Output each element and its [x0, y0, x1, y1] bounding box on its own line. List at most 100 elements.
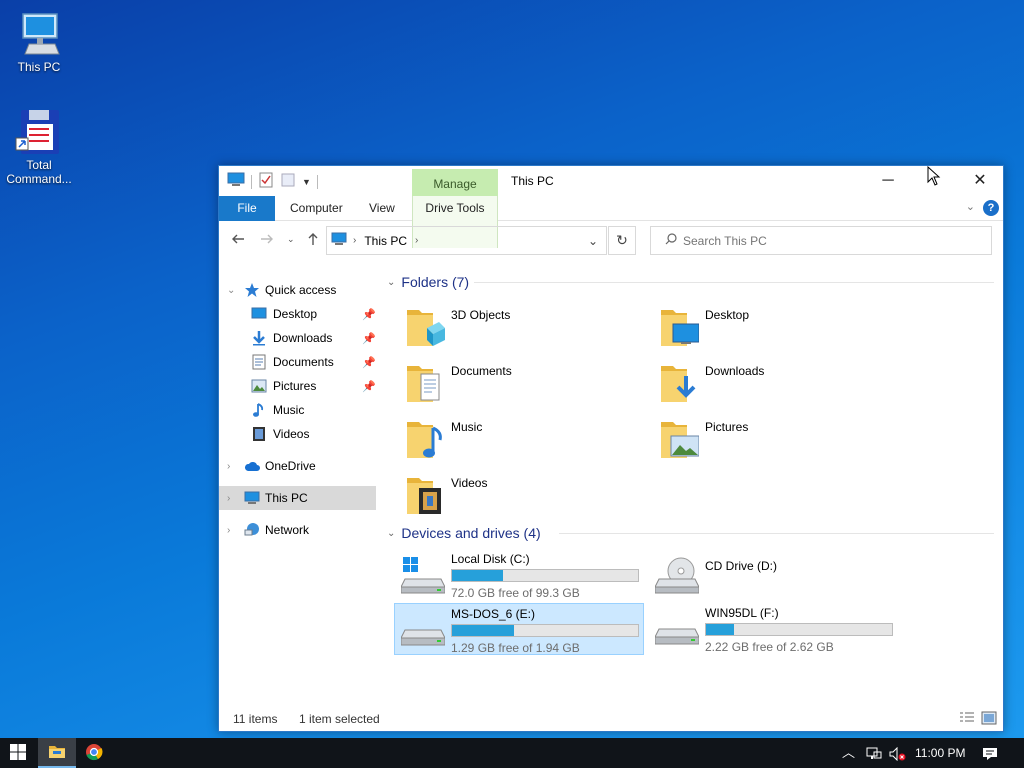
tab-manage[interactable]: Manage: [412, 169, 498, 196]
nav-network[interactable]: › Network: [219, 518, 376, 542]
hard-drive-icon: [654, 611, 700, 649]
properties-icon[interactable]: [258, 172, 274, 191]
large-icons-view-icon[interactable]: [981, 711, 997, 728]
nav-onedrive[interactable]: › OneDrive: [219, 454, 376, 478]
desktop-icon-total-commander[interactable]: Total Command...: [1, 108, 77, 186]
expand-chevron-icon[interactable]: ›: [227, 525, 230, 536]
windows-logo-icon: [10, 743, 26, 763]
file-explorer-icon: [48, 743, 66, 762]
nav-item-downloads[interactable]: Downloads 📌: [219, 326, 376, 350]
nav-item-pictures[interactable]: Pictures 📌: [219, 374, 376, 398]
folder-music[interactable]: Music: [399, 414, 639, 462]
breadcrumb-this-pc[interactable]: This PC: [364, 234, 407, 248]
toolbar-separator: [316, 174, 318, 189]
documents-folder-icon: [405, 358, 445, 406]
nav-label: Network: [265, 523, 310, 537]
pin-icon[interactable]: 📌: [362, 356, 376, 369]
folder-downloads[interactable]: Downloads: [653, 358, 893, 406]
collapse-chevron-icon[interactable]: ⌄: [387, 528, 395, 539]
nav-quick-access[interactable]: ⌄ Quick access: [219, 278, 376, 302]
folder-label: Desktop: [705, 308, 750, 322]
drive-d[interactable]: CD Drive (D:): [649, 549, 899, 601]
star-icon: [244, 282, 260, 298]
pin-icon[interactable]: 📌: [362, 380, 376, 393]
drive-usage-fill: [706, 624, 735, 635]
folder-3d-objects[interactable]: 3D Objects: [399, 302, 639, 350]
back-arrow-icon[interactable]: [231, 232, 245, 249]
drive-usage-bar: [451, 624, 639, 637]
drive-label: Local Disk (C:): [451, 552, 530, 566]
expand-chevron-icon[interactable]: ›: [227, 461, 230, 472]
refresh-button[interactable]: ↻: [608, 226, 636, 255]
nav-item-desktop[interactable]: Desktop 📌: [219, 302, 376, 326]
search-icon: [665, 233, 677, 248]
folder-label: 3D Objects: [451, 308, 511, 322]
address-bar[interactable]: › This PC › ⌄: [326, 226, 607, 255]
pin-icon[interactable]: 📌: [362, 308, 376, 321]
drive-usage-fill: [452, 625, 515, 636]
details-view-icon[interactable]: [959, 711, 975, 728]
quick-access-toolbar: ▼: [227, 172, 318, 191]
new-folder-icon[interactable]: [280, 172, 296, 191]
this-pc-small-icon: [227, 172, 245, 191]
tab-computer[interactable]: Computer: [280, 196, 353, 221]
show-hidden-icons-chevron-icon[interactable]: ︿: [842, 738, 855, 768]
collapse-chevron-icon[interactable]: ⌄: [227, 285, 235, 296]
computer-icon: [15, 10, 63, 58]
customize-toolbar-chevron-icon[interactable]: ▼: [302, 177, 311, 187]
nav-this-pc[interactable]: › This PC: [219, 486, 376, 510]
folder-documents[interactable]: Documents: [399, 358, 639, 406]
nav-item-videos[interactable]: Videos: [219, 422, 376, 446]
folder-pictures[interactable]: Pictures: [653, 414, 893, 462]
nav-label: Downloads: [273, 331, 333, 345]
pin-icon[interactable]: 📌: [362, 332, 376, 345]
clock[interactable]: 11:00 PM: [915, 738, 965, 768]
navigation-pane: ⌄ Quick access Desktop 📌 Downloads 📌 Doc…: [219, 273, 376, 703]
item-count: 11 items: [233, 712, 278, 726]
folders-group-header[interactable]: ⌄ Folders (7): [387, 272, 469, 292]
pictures-folder-icon: [659, 414, 700, 462]
up-arrow-icon[interactable]: [306, 232, 320, 249]
network-icon: [244, 522, 260, 538]
cd-drive-icon: [654, 557, 700, 595]
network-status-icon[interactable]: [866, 738, 882, 768]
drive-usage-bar: [705, 623, 893, 636]
action-center-icon[interactable]: [982, 738, 998, 768]
window-title: This PC: [511, 174, 554, 188]
status-bar: 11 items 1 item selected: [219, 705, 1003, 731]
toolbar-separator: [251, 174, 252, 189]
close-button[interactable]: ✕: [957, 166, 1003, 196]
help-button[interactable]: ?: [983, 200, 999, 216]
folder-desktop[interactable]: Desktop: [653, 302, 893, 350]
forward-arrow-icon[interactable]: [260, 232, 274, 249]
nav-item-music[interactable]: Music: [219, 398, 376, 422]
nav-item-documents[interactable]: Documents 📌: [219, 350, 376, 374]
title-bar[interactable]: ▼ Manage This PC ─ ✕: [219, 166, 1003, 196]
search-input[interactable]: [683, 233, 973, 248]
folder-videos[interactable]: Videos: [399, 470, 639, 518]
desktop-icon-this-pc[interactable]: This PC: [1, 10, 77, 74]
volume-muted-icon[interactable]: [889, 738, 907, 768]
tab-view[interactable]: View: [359, 196, 405, 221]
drive-e[interactable]: MS-DOS_6 (E:) 1.29 GB free of 1.94 GB: [394, 603, 644, 655]
taskbar-file-explorer[interactable]: [38, 738, 76, 768]
search-box[interactable]: [650, 226, 992, 255]
taskbar-chrome[interactable]: [76, 738, 112, 768]
address-dropdown-chevron-icon[interactable]: ⌄: [588, 234, 598, 248]
desktop-icon: [251, 306, 267, 322]
drives-group-header[interactable]: ⌄ Devices and drives (4): [387, 523, 541, 543]
recent-locations-chevron-icon[interactable]: ⌄: [287, 234, 295, 245]
expand-ribbon-chevron-icon[interactable]: ⌄: [966, 200, 975, 213]
computer-icon: [244, 490, 260, 506]
drive-c[interactable]: Local Disk (C:) 72.0 GB free of 99.3 GB: [395, 549, 645, 601]
expand-chevron-icon[interactable]: ›: [227, 493, 230, 504]
collapse-chevron-icon[interactable]: ⌄: [387, 277, 395, 288]
tab-file[interactable]: File: [219, 196, 275, 221]
folder-label: Pictures: [705, 420, 749, 434]
drive-f[interactable]: WIN95DL (F:) 2.22 GB free of 2.62 GB: [649, 603, 899, 655]
start-button[interactable]: [0, 738, 36, 768]
folder-label: Music: [451, 420, 483, 434]
minimize-button[interactable]: ─: [865, 166, 911, 196]
drive-free-space: 2.22 GB free of 2.62 GB: [705, 640, 834, 654]
selection-count: 1 item selected: [299, 712, 380, 726]
